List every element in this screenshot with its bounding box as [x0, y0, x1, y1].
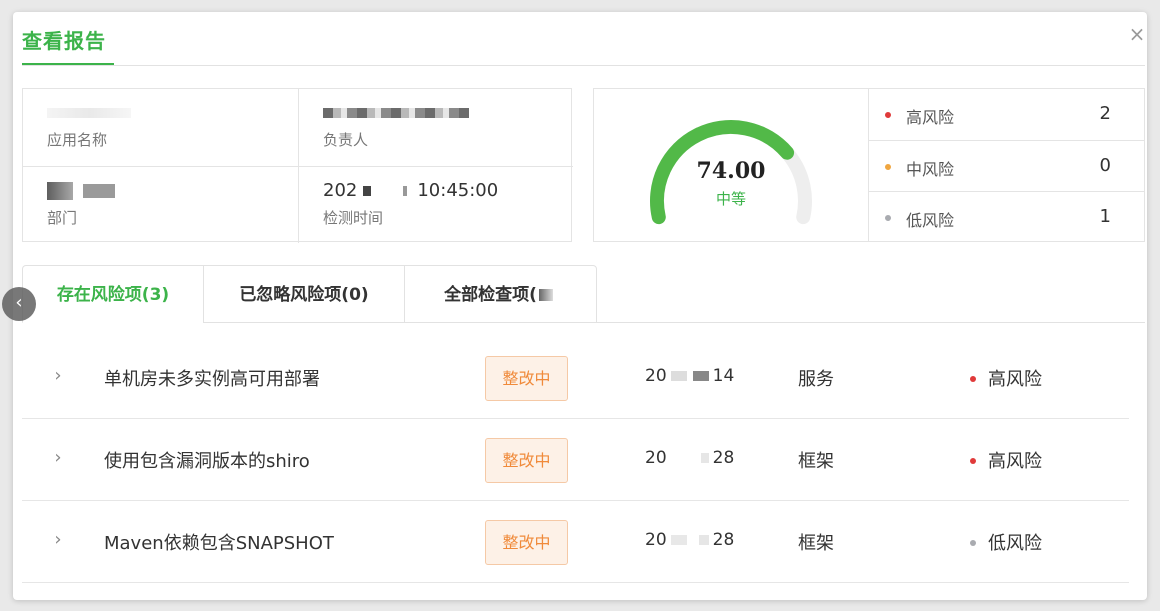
info-department: 部门	[23, 166, 298, 243]
item-risk-level: 高风险	[970, 365, 1042, 391]
risk-dot-icon	[970, 375, 976, 382]
item-risk-level: 低风险	[970, 529, 1042, 555]
owner-label: 负责人	[323, 131, 369, 149]
item-date: 20 28	[645, 448, 735, 468]
risk-count: 0	[1099, 155, 1111, 176]
risk-summary-list: 高风险 2 中风险 0 低风险 1	[868, 89, 1145, 242]
item-date: 20 28	[645, 530, 735, 550]
risk-count: 1	[1099, 206, 1111, 227]
risk-dot-icon	[970, 457, 976, 464]
redacted-mask	[82, 184, 115, 198]
item-type: 框架	[798, 533, 834, 554]
redacted-mask	[538, 289, 553, 301]
risk-dot-icon	[970, 539, 976, 546]
item-type: 框架	[798, 451, 834, 472]
redacted-mask	[670, 371, 709, 381]
status-badge: 整改中	[485, 438, 568, 483]
risk-item-list: › 单机房未多实例高可用部署 整改中 20 14 服务 高风险 › 使用包含漏洞版…	[22, 337, 1129, 583]
risk-dot-icon	[885, 164, 891, 170]
report-info-grid: 应用名称 负责人 部门 202 10:45:00 检测时间	[22, 88, 573, 243]
list-item[interactable]: › 使用包含漏洞版本的shiro 整改中 20 28 框架 高风险	[22, 419, 1129, 501]
list-item[interactable]: › 单机房未多实例高可用部署 整改中 20 14 服务 高风险	[22, 337, 1129, 419]
redacted-mask	[323, 108, 469, 118]
risk-summary-low: 低风险 1	[869, 191, 1145, 242]
header-divider	[22, 65, 1145, 66]
department-value	[47, 180, 119, 202]
score-gauge: 74.00 中等	[594, 89, 868, 241]
report-dialog: 查看报告 × 应用名称 负责人 部门 202 10:45:00 检测时间 74.…	[13, 12, 1147, 600]
risk-name: 高风险	[906, 108, 955, 127]
item-type: 服务	[798, 369, 834, 390]
item-title: 单机房未多实例高可用部署	[104, 369, 320, 390]
risk-count: 2	[1099, 103, 1111, 124]
chevron-right-icon[interactable]: ›	[50, 447, 66, 468]
risk-dot-icon	[885, 112, 891, 118]
risk-name: 中风险	[906, 160, 955, 179]
check-time-value: 202 10:45:00	[323, 180, 499, 201]
owner-value	[323, 102, 473, 124]
redacted-mask	[47, 108, 131, 118]
redacted-mask	[670, 535, 709, 545]
score-value: 74.00	[696, 158, 766, 184]
score-panel: 74.00 中等 高风险 2 中风险 0 低风险 1	[593, 88, 1145, 242]
app-name-value	[47, 102, 135, 124]
list-item[interactable]: › Maven依赖包含SNAPSHOT 整改中 20 28 框架 低风险	[22, 501, 1129, 583]
status-badge: 整改中	[485, 356, 568, 401]
risk-dot-icon	[885, 215, 891, 221]
app-name-label: 应用名称	[47, 131, 108, 149]
info-owner: 负责人	[298, 89, 573, 166]
redacted-mask	[47, 182, 73, 200]
tab-all-checks[interactable]: 全部检查项(	[404, 265, 597, 323]
dialog-header: 查看报告 ×	[13, 12, 1147, 68]
risk-summary-high: 高风险 2	[869, 89, 1145, 140]
tab-ignored-risks[interactable]: 已忽略风险项(0)	[203, 265, 405, 323]
risk-summary-medium: 中风险 0	[869, 140, 1145, 191]
department-label: 部门	[47, 209, 78, 227]
chevron-right-icon[interactable]: ›	[50, 529, 66, 550]
item-risk-level: 高风险	[970, 447, 1042, 473]
check-time-label: 检测时间	[323, 209, 384, 227]
status-badge: 整改中	[485, 520, 568, 565]
chevron-left-icon[interactable]: ‹	[2, 287, 36, 321]
redacted-mask	[363, 186, 414, 196]
info-app-name: 应用名称	[23, 89, 298, 166]
item-date: 20 14	[645, 366, 735, 386]
risk-tabs: 存在风险项(3) 已忽略风险项(0) 全部检查项(	[22, 265, 1145, 323]
score-level: 中等	[715, 190, 746, 208]
tab-existing-risks[interactable]: 存在风险项(3)	[22, 265, 204, 323]
close-icon[interactable]: ×	[1127, 24, 1147, 44]
risk-name: 低风险	[906, 211, 955, 230]
item-title: Maven依赖包含SNAPSHOT	[104, 533, 334, 554]
item-title: 使用包含漏洞版本的shiro	[104, 451, 310, 472]
redacted-mask	[670, 453, 709, 463]
chevron-right-icon[interactable]: ›	[50, 365, 66, 386]
dialog-title: 查看报告	[22, 29, 106, 53]
tabs-divider	[596, 322, 1145, 323]
info-check-time: 202 10:45:00 检测时间	[298, 166, 573, 243]
